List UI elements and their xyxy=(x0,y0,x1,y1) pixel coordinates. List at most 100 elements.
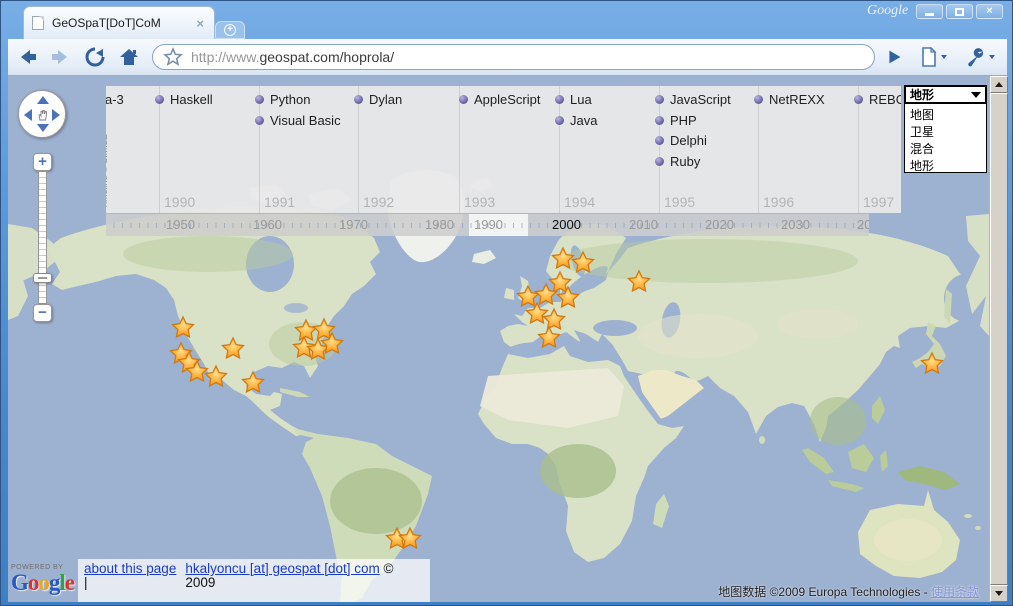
map-type-option[interactable]: 卫星 xyxy=(905,121,986,138)
contact-email-link[interactable]: hkalyoncu [at] geospat [dot] com xyxy=(185,561,379,576)
reload-button[interactable] xyxy=(80,44,110,70)
back-button[interactable] xyxy=(12,44,42,70)
minimize-button[interactable] xyxy=(916,4,943,19)
zoom-in-button[interactable]: + xyxy=(33,153,52,171)
timeline-event[interactable]: Lua xyxy=(555,92,592,107)
map-star-marker[interactable] xyxy=(536,284,557,304)
timeline-events-band[interactable]: Timeline © SIMILE 1990199119921993199419… xyxy=(106,86,901,213)
scroll-up-button[interactable] xyxy=(990,76,1008,93)
map-star-marker[interactable] xyxy=(296,320,317,340)
event-label[interactable]: NetREXX xyxy=(769,92,825,107)
scrollbar-thumb[interactable] xyxy=(990,93,1008,585)
pan-down-icon[interactable] xyxy=(37,124,49,132)
timeline-event[interactable]: Delphi xyxy=(655,133,707,148)
go-button[interactable] xyxy=(879,44,909,70)
event-dot-icon[interactable] xyxy=(555,116,564,125)
maximize-button[interactable] xyxy=(946,4,973,19)
map-type-option[interactable]: 地形 xyxy=(905,155,986,172)
pan-left-icon[interactable] xyxy=(24,109,32,121)
event-label[interactable]: Haskell xyxy=(170,92,213,107)
event-dot-icon[interactable] xyxy=(155,95,164,104)
browser-tab[interactable]: GeOSpaT[DoT]CoM × xyxy=(23,6,215,39)
bookmark-star-icon[interactable] xyxy=(163,47,183,67)
url-text[interactable]: http://www.geospat.com/hoprola/ xyxy=(191,49,394,65)
world-map[interactable]: + − Timeline © SIMILE 199019911992199319… xyxy=(8,76,989,602)
map-star-marker[interactable] xyxy=(518,286,539,306)
close-button[interactable]: × xyxy=(976,4,1003,19)
event-label[interactable]: a-3 xyxy=(106,92,124,107)
map-type-option[interactable]: 混合 xyxy=(905,138,986,155)
map-copyright-text: 地图数据 ©2009 Europa Technologies - xyxy=(718,585,931,599)
event-dot-icon[interactable] xyxy=(655,136,664,145)
map-star-marker[interactable] xyxy=(527,303,548,323)
map-pan-control[interactable] xyxy=(18,90,66,138)
map-star-marker[interactable] xyxy=(539,327,560,347)
timeline-event[interactable]: Python xyxy=(255,92,310,107)
map-type-selected[interactable]: 地形 xyxy=(904,85,987,104)
map-star-marker[interactable] xyxy=(629,271,650,291)
timeline-event[interactable]: NetREXX xyxy=(754,92,825,107)
timeline-event[interactable]: a-3 xyxy=(106,92,124,107)
zoom-out-button[interactable]: − xyxy=(33,304,52,322)
event-label[interactable]: REBOL xyxy=(869,92,901,107)
map-type-option[interactable]: 地图 xyxy=(905,104,986,121)
scroll-down-button[interactable] xyxy=(990,585,1008,602)
event-label[interactable]: PHP xyxy=(670,113,697,128)
map-type-selector[interactable]: 地形 地图卫星混合地形 xyxy=(904,85,987,173)
new-tab-button[interactable]: + xyxy=(215,21,245,39)
event-label[interactable]: Lua xyxy=(570,92,592,107)
timeline-event[interactable]: AppleScript xyxy=(459,92,540,107)
timeline-event[interactable]: REBOL xyxy=(854,92,901,107)
timeline-event[interactable]: PHP xyxy=(655,113,697,128)
event-label[interactable]: Visual Basic xyxy=(270,113,341,128)
zoom-slider-track[interactable] xyxy=(38,171,47,304)
event-dot-icon[interactable] xyxy=(655,157,664,166)
timeline-event[interactable]: Visual Basic xyxy=(255,113,341,128)
timeline-event[interactable]: Java xyxy=(555,113,597,128)
map-star-marker[interactable] xyxy=(922,353,943,373)
timeline-event[interactable]: JavaScript xyxy=(655,92,731,107)
map-star-marker[interactable] xyxy=(173,317,194,337)
timeline-overview-band[interactable]: 1950196019701980199020002010202020302040 xyxy=(106,213,869,236)
page-menu-button[interactable] xyxy=(913,44,953,70)
event-label[interactable]: Python xyxy=(270,92,310,107)
zoom-slider-handle[interactable] xyxy=(33,273,52,283)
about-page-link[interactable]: about this page xyxy=(84,561,176,576)
event-label[interactable]: AppleScript xyxy=(474,92,540,107)
event-dot-icon[interactable] xyxy=(655,116,664,125)
event-dot-icon[interactable] xyxy=(255,116,264,125)
google-attribution-logo[interactable]: POWERED BY Google xyxy=(11,564,74,595)
event-label[interactable]: Dylan xyxy=(369,92,402,107)
vertical-scrollbar[interactable] xyxy=(989,76,1007,602)
timeline-event[interactable]: Haskell xyxy=(155,92,213,107)
event-dot-icon[interactable] xyxy=(754,95,763,104)
timeline-event[interactable]: Ruby xyxy=(655,154,700,169)
event-dot-icon[interactable] xyxy=(555,95,564,104)
map-star-marker[interactable] xyxy=(573,252,594,272)
event-dot-icon[interactable] xyxy=(354,95,363,104)
event-dot-icon[interactable] xyxy=(459,95,468,104)
tab-close-icon[interactable]: × xyxy=(194,16,206,31)
terms-of-use-link[interactable]: 使用条款 xyxy=(931,585,979,599)
event-dot-icon[interactable] xyxy=(655,95,664,104)
map-star-marker[interactable] xyxy=(223,338,244,358)
pan-right-icon[interactable] xyxy=(52,109,60,121)
event-label[interactable]: Java xyxy=(570,113,597,128)
event-label[interactable]: Ruby xyxy=(670,154,700,169)
event-label[interactable]: Delphi xyxy=(670,133,707,148)
map-star-marker[interactable] xyxy=(206,366,227,386)
event-dot-icon[interactable] xyxy=(255,95,264,104)
map-star-marker[interactable] xyxy=(243,372,264,392)
titlebar[interactable]: GeOSpaT[DoT]CoM × + Google × xyxy=(1,1,1012,39)
pan-up-icon[interactable] xyxy=(37,96,49,104)
hand-icon[interactable] xyxy=(36,108,50,122)
event-label[interactable]: JavaScript xyxy=(670,92,731,107)
map-star-marker[interactable] xyxy=(558,287,579,307)
event-dot-icon[interactable] xyxy=(854,95,863,104)
map-star-marker[interactable] xyxy=(553,248,574,268)
forward-button[interactable] xyxy=(46,44,76,70)
address-bar[interactable]: http://www.geospat.com/hoprola/ xyxy=(152,44,875,70)
timeline-event[interactable]: Dylan xyxy=(354,92,402,107)
home-button[interactable] xyxy=(114,44,144,70)
tools-menu-button[interactable] xyxy=(957,44,1001,70)
